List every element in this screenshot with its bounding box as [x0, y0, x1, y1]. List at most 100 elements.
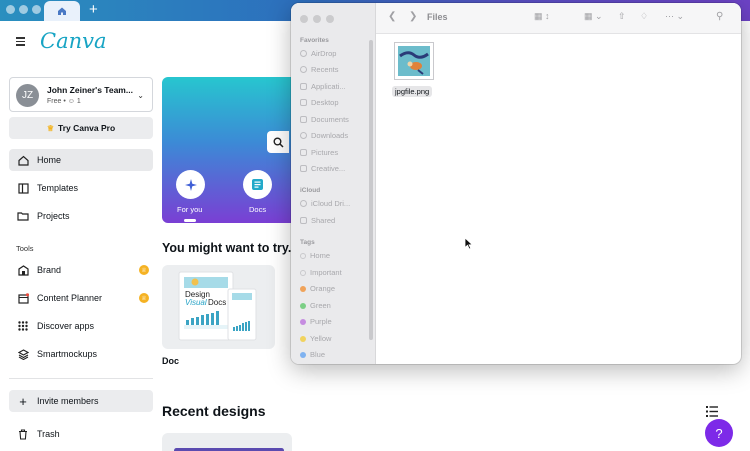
- docs-button[interactable]: [243, 170, 272, 199]
- tag-dot-icon: [300, 335, 306, 342]
- sidebar-scrollbar[interactable]: [369, 40, 373, 340]
- sidebar-item-airdrop[interactable]: AirDrop: [300, 49, 336, 58]
- list-view-icon[interactable]: [706, 406, 718, 417]
- tag-dot-icon: [300, 269, 306, 276]
- tag-item[interactable]: Yellow: [300, 334, 331, 343]
- sidebar-item-label: Home: [37, 155, 62, 165]
- search-button[interactable]: [267, 131, 289, 153]
- sidebar-item-applications[interactable]: Applicati...: [300, 82, 346, 91]
- tag-item[interactable]: Blue: [300, 350, 325, 359]
- active-tab-indicator: [184, 219, 196, 222]
- doc-template-card[interactable]: Design Visual Docs: [162, 265, 275, 349]
- tag-item[interactable]: Purple: [300, 317, 332, 326]
- applications-icon: [300, 83, 307, 90]
- canva-header: Canva: [0, 21, 300, 65]
- window-zoom-button[interactable]: [32, 5, 41, 14]
- window-minimize-button[interactable]: [19, 5, 28, 14]
- folder-icon: [300, 165, 307, 172]
- tag-label: Purple: [310, 317, 332, 326]
- forward-arrow-icon[interactable]: ❯: [409, 11, 417, 22]
- sidebar-item-templates[interactable]: Templates: [9, 177, 153, 199]
- crown-icon: ♕: [139, 265, 149, 275]
- sidebar-item-label: AirDrop: [311, 49, 337, 58]
- help-button[interactable]: ?: [705, 419, 733, 447]
- sidebar-item-icloud-drive[interactable]: iCloud Dri...: [300, 199, 350, 208]
- back-arrow-icon[interactable]: ❮: [388, 11, 396, 22]
- sidebar-item-label: Shared: [311, 216, 336, 225]
- sidebar-item-recents[interactable]: Recents: [300, 65, 339, 74]
- sidebar-item-label: Content Planner: [37, 293, 103, 303]
- menu-icon[interactable]: [16, 37, 25, 46]
- grid-view-icon[interactable]: ▦ ↕: [534, 11, 550, 22]
- canva-logo[interactable]: Canva: [40, 29, 107, 53]
- tag-label: Orange: [310, 284, 336, 293]
- sidebar-item-brand[interactable]: Brand ♕: [9, 259, 153, 281]
- tag-item[interactable]: Orange: [300, 284, 335, 293]
- try-canva-pro-button[interactable]: ♕ Try Canva Pro: [9, 117, 153, 139]
- sidebar-item-label: Creative...: [311, 164, 346, 173]
- image-preview: [398, 46, 430, 76]
- recent-design-thumbnail[interactable]: [162, 433, 292, 451]
- sidebar-item-content-planner[interactable]: Content Planner ♕: [9, 287, 153, 309]
- apps-grid-icon: [9, 321, 37, 331]
- favorites-header: Favorites: [300, 37, 329, 44]
- doc-title-line2: Visual: [185, 298, 207, 307]
- tag-item[interactable]: Important: [300, 268, 342, 277]
- tag-item[interactable]: Green: [300, 301, 331, 310]
- home-icon: [58, 7, 66, 15]
- invite-members-button[interactable]: + Invite members: [9, 390, 153, 412]
- sidebar-item-discover-apps[interactable]: Discover apps: [9, 315, 153, 337]
- window-close-button[interactable]: [6, 5, 15, 14]
- doc-title-line3: Docs: [208, 298, 227, 307]
- tag-icon[interactable]: ♢: [640, 11, 648, 22]
- document-icon: [300, 116, 307, 123]
- try-pro-label: Try Canva Pro: [58, 123, 116, 133]
- person-icon: ☺: [67, 98, 75, 105]
- chevron-down-icon: ⌄: [137, 91, 144, 100]
- tag-dot-icon: [300, 351, 306, 358]
- tag-dot-icon: [300, 318, 306, 325]
- layers-icon: [9, 348, 37, 360]
- sidebar-item-pictures[interactable]: Pictures: [300, 148, 338, 157]
- tag-label: Important: [310, 268, 342, 277]
- sidebar-item-home[interactable]: Home: [9, 149, 153, 171]
- sidebar-item-label: Smartmockups: [37, 349, 98, 359]
- team-plan: Free • ☺ 1: [47, 98, 81, 105]
- sidebar-item-smartmockups[interactable]: Smartmockups: [9, 343, 153, 365]
- tag-label: Yellow: [310, 334, 332, 343]
- download-icon: [300, 132, 307, 139]
- sidebar-item-label: Pictures: [311, 148, 339, 157]
- more-options-icon[interactable]: ⋯ ⌄: [665, 11, 684, 22]
- team-switcher[interactable]: JZ John Zeiner's Team... Free • ☺ 1 ⌄: [9, 77, 153, 112]
- tag-item[interactable]: Home: [300, 251, 330, 260]
- share-icon[interactable]: ⇧: [618, 11, 626, 22]
- pictures-icon: [300, 149, 307, 156]
- sidebar-item-shared[interactable]: Shared: [300, 216, 335, 225]
- icloud-header: iCloud: [300, 187, 321, 194]
- sidebar-item-creative[interactable]: Creative...: [300, 164, 345, 173]
- group-by-icon[interactable]: ▦ ⌄: [584, 11, 603, 22]
- mouse-cursor-icon: [464, 237, 473, 250]
- sidebar-item-trash[interactable]: Trash: [9, 423, 153, 445]
- sidebar-item-desktop[interactable]: Desktop: [300, 98, 339, 107]
- tag-dot-icon: [300, 285, 306, 292]
- finder-zoom-button[interactable]: [326, 15, 334, 23]
- crown-icon: ♕: [139, 293, 149, 303]
- new-tab-button[interactable]: +: [89, 1, 98, 19]
- cloud-icon: [300, 200, 307, 207]
- sidebar-item-documents[interactable]: Documents: [300, 115, 349, 124]
- finder-minimize-button[interactable]: [313, 15, 321, 23]
- plus-icon: +: [19, 393, 27, 409]
- sidebar-item-label: Trash: [37, 429, 60, 439]
- sidebar-item-downloads[interactable]: Downloads: [300, 131, 348, 140]
- for-you-button[interactable]: [176, 170, 205, 199]
- calendar-icon: [9, 292, 37, 304]
- file-thumbnail[interactable]: [394, 42, 434, 80]
- browser-tab-home[interactable]: [44, 1, 80, 21]
- finder-close-button[interactable]: [300, 15, 308, 23]
- shared-folder-icon: [300, 217, 307, 224]
- finder-window: Favorites AirDrop Recents Applicati... D…: [291, 3, 741, 364]
- tools-section-label: Tools: [16, 244, 34, 253]
- search-icon[interactable]: ⚲: [716, 11, 723, 22]
- sidebar-item-projects[interactable]: Projects: [9, 205, 153, 227]
